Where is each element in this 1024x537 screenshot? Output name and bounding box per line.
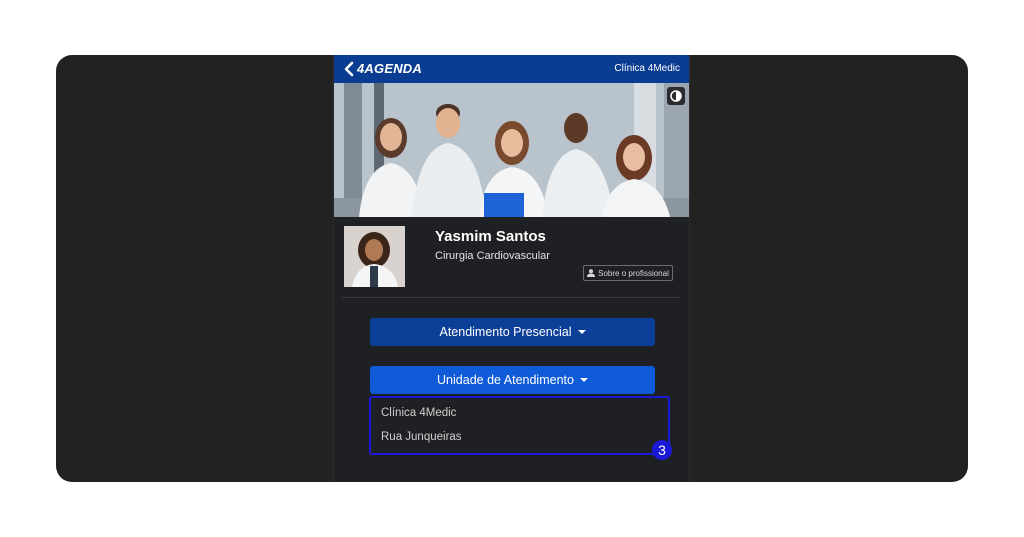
clinic-name: Clínica 4Medic — [614, 63, 680, 74]
step-number-badge: 3 — [652, 440, 672, 460]
theme-toggle-button[interactable] — [667, 87, 685, 105]
doctor-avatar — [344, 226, 405, 287]
chevron-left-icon[interactable] — [342, 60, 358, 78]
doctor-profile-card: Yasmim Santos Cirurgia Cardiovascular So… — [334, 217, 689, 297]
section-divider — [342, 297, 681, 298]
doctors-team-photo — [334, 83, 689, 217]
service-unit-dropdown[interactable]: Unidade de Atendimento — [370, 366, 655, 394]
user-icon — [587, 269, 596, 277]
mobile-screen: 4AGENDA Clínica 4Medic Yasmim Santos Cir… — [333, 55, 690, 482]
brand-logo[interactable]: 4AGENDA — [357, 61, 422, 76]
attendance-type-dropdown[interactable]: Atendimento Presencial — [370, 318, 655, 346]
doctor-photo — [344, 226, 405, 287]
doctor-name: Yasmim Santos — [435, 228, 546, 245]
unit-option-clinica-4medic[interactable]: Clínica 4Medic — [381, 407, 456, 419]
caret-down-icon — [577, 330, 586, 334]
about-professional-label: Sobre o profissional — [598, 268, 669, 278]
caret-down-icon — [579, 378, 588, 382]
service-unit-menu: Clínica 4Medic Rua Junqueiras — [369, 396, 670, 455]
service-unit-label: Unidade de Atendimento — [437, 373, 574, 387]
doctor-specialty: Cirurgia Cardiovascular — [435, 250, 550, 262]
hero-banner-image — [334, 83, 689, 217]
unit-option-rua-junqueiras[interactable]: Rua Junqueiras — [381, 431, 462, 443]
attendance-type-label: Atendimento Presencial — [439, 325, 572, 339]
about-professional-button[interactable]: Sobre o profissional — [583, 265, 673, 281]
top-navbar: 4AGENDA Clínica 4Medic — [334, 55, 689, 83]
contrast-icon — [670, 90, 682, 102]
